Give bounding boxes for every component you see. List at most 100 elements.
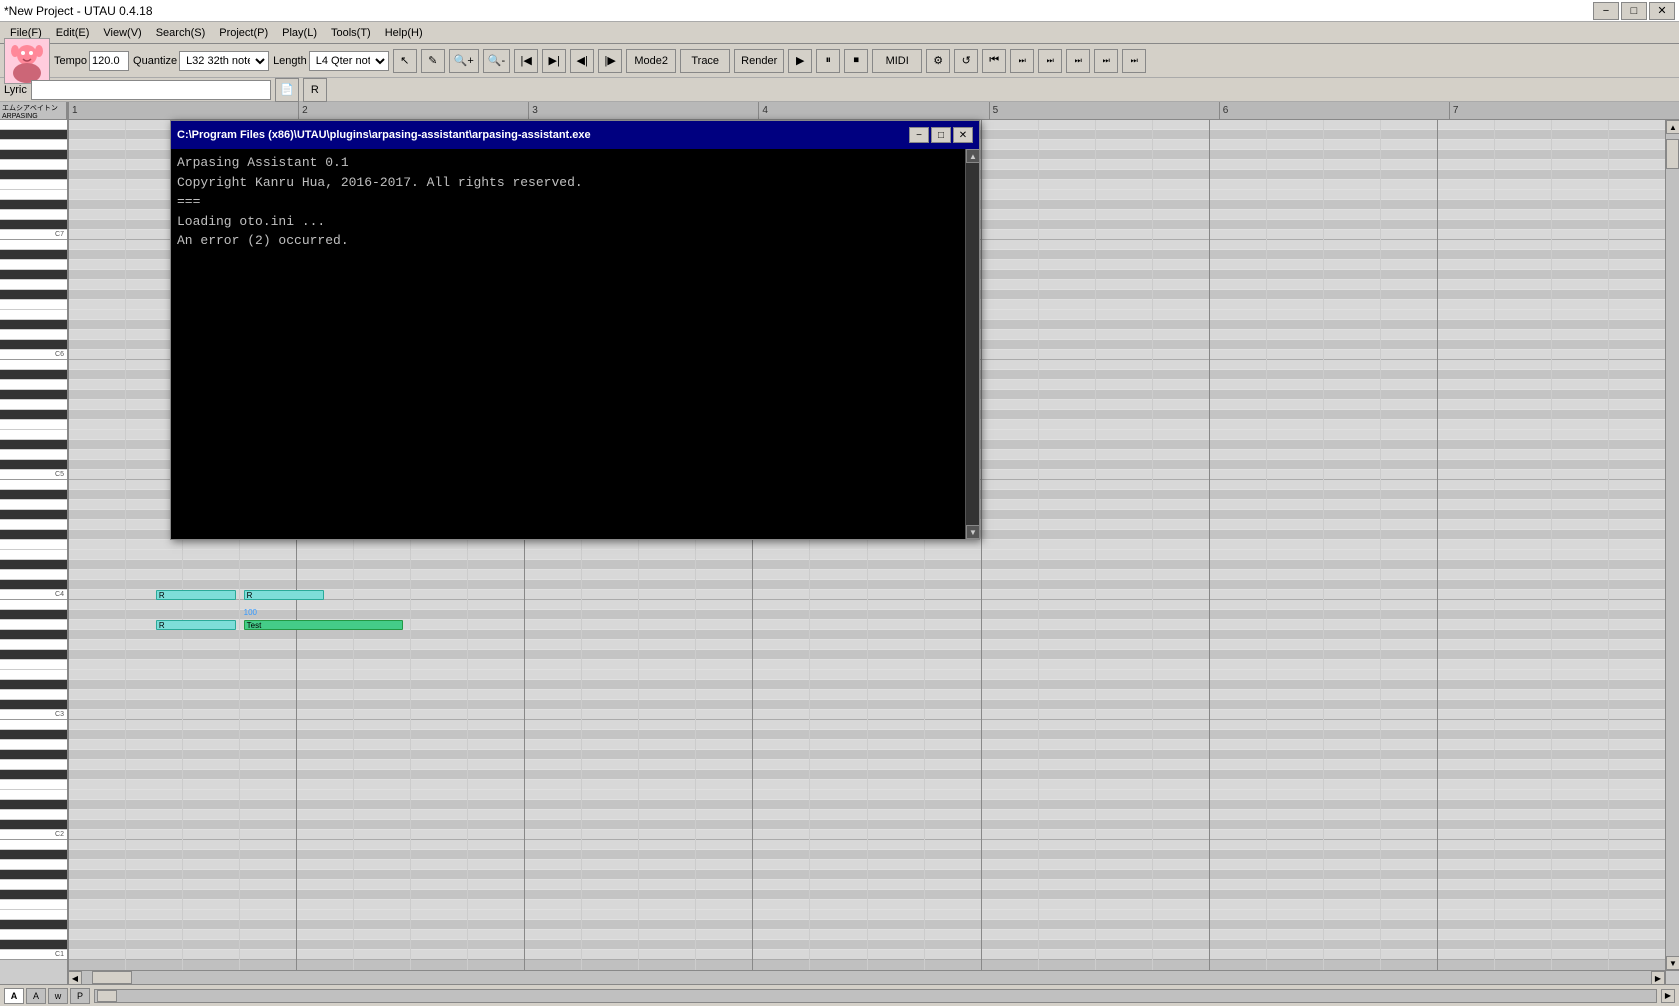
piano-key-Ab4[interactable] [0,510,68,520]
piano-key-Ab3[interactable] [0,630,68,640]
piano-key-C2[interactable]: C2 [0,830,68,840]
piano-key-D1[interactable] [0,930,68,940]
piano-key-E5[interactable] [0,430,68,440]
piano-key-C4[interactable]: C4 [0,590,68,600]
stop-button[interactable]: ⏹ [844,49,868,73]
piano-key-B2[interactable] [0,720,68,730]
piano-key-A6[interactable] [0,260,68,270]
bottom-scroll-thumb[interactable] [97,990,117,1002]
piano-key-Bb2[interactable] [0,730,68,740]
console-scrollbar[interactable]: ▲ ▼ [965,149,979,539]
piano-key-Bb3[interactable] [0,610,68,620]
piano-key-Ab1[interactable] [0,870,68,880]
piano-key-A5[interactable] [0,380,68,390]
piano-key-Gb5[interactable] [0,410,68,420]
piano-key-B4[interactable] [0,480,68,490]
piano-key-E1[interactable] [0,910,68,920]
close-button[interactable]: ✕ [1649,2,1675,20]
midi-btn3[interactable]: ↺ [954,49,978,73]
piano-key-E6[interactable] [0,310,68,320]
piano-key-Ab7[interactable] [0,150,68,160]
piano-key-Bb5[interactable] [0,370,68,380]
console-maximize-button[interactable]: □ [931,127,951,143]
note-block-0[interactable]: R [156,590,236,600]
piano-key-G6[interactable] [0,280,68,290]
piano-key-Gb1[interactable] [0,890,68,900]
pause-button[interactable]: ⏸ [816,49,840,73]
console-scroll-up[interactable]: ▲ [966,149,979,163]
piano-key-F5[interactable] [0,420,68,430]
piano-key-C5[interactable]: C5 [0,470,68,480]
fast-forward-button[interactable]: ▶| [542,49,566,73]
zoom-out-button[interactable]: 🔍- [483,49,510,73]
piano-key-Gb6[interactable] [0,290,68,300]
zoom-in-button[interactable]: 🔍+ [449,49,479,73]
piano-key-D4[interactable] [0,570,68,580]
menu-project[interactable]: Project(P) [213,25,274,41]
scroll-left-button[interactable]: ◀ [68,971,82,984]
piano-key-Eb2[interactable] [0,800,68,810]
console-minimize-button[interactable]: − [909,127,929,143]
lyric-btn1[interactable]: 📄 [275,78,299,102]
piano-key-G7[interactable] [0,160,68,170]
console-close-button[interactable]: ✕ [953,127,973,143]
piano-key-Db1[interactable] [0,940,68,950]
piano-key-Gb2[interactable] [0,770,68,780]
piano-key-D7[interactable] [0,210,68,220]
render-button[interactable]: Render [734,49,784,73]
note-block-2[interactable]: R [156,620,236,630]
piano-key-F3[interactable] [0,660,68,670]
pb-btn2[interactable]: ⏭ [1038,49,1062,73]
piano-key-Db5[interactable] [0,460,68,470]
piano-key-Bb4[interactable] [0,490,68,500]
piano-key-Bb1[interactable] [0,850,68,860]
piano-key-A2[interactable] [0,740,68,750]
piano-key-Db2[interactable] [0,820,68,830]
piano-key-C6[interactable]: C6 [0,350,68,360]
rewind-button[interactable]: |◀ [514,49,538,73]
piano-key-Db4[interactable] [0,580,68,590]
piano-key-Eb4[interactable] [0,560,68,570]
next-button[interactable]: |▶ [598,49,622,73]
piano-key-Eb7[interactable] [0,200,68,210]
tab-a2[interactable]: A [26,988,46,1004]
piano-key-D3[interactable] [0,690,68,700]
maximize-button[interactable]: □ [1621,2,1647,20]
play-button[interactable]: ▶ [788,49,812,73]
quantize-select[interactable]: L32 32th note [179,51,269,71]
piano-key-B1[interactable] [0,840,68,850]
piano-key-Gb4[interactable] [0,530,68,540]
piano-key-F2[interactable] [0,780,68,790]
scroll-thumb-vertical[interactable] [1666,139,1679,169]
menu-search[interactable]: Search(S) [150,25,212,41]
bottom-scroll-right[interactable]: ▶ [1661,989,1675,1003]
piano-key-F6[interactable] [0,300,68,310]
piano-key-D2[interactable] [0,810,68,820]
piano-key-B6[interactable] [0,240,68,250]
pencil-tool-button[interactable]: ✎ [421,49,445,73]
piano-key-Bb7[interactable] [0,130,68,140]
piano-key-Db6[interactable] [0,340,68,350]
pb-btn1[interactable]: ⏭ [1010,49,1034,73]
piano-key-Eb6[interactable] [0,320,68,330]
piano-key-E7[interactable] [0,190,68,200]
piano-key-F1[interactable] [0,900,68,910]
length-select[interactable]: L4 Qter note [309,51,389,71]
scroll-right-button[interactable]: ▶ [1651,971,1665,984]
tab-a1[interactable]: A [4,988,24,1004]
piano-key-Gb3[interactable] [0,650,68,660]
piano-key-G4[interactable] [0,520,68,530]
menu-tools[interactable]: Tools(T) [325,25,377,41]
midi-btn4[interactable]: ⏮ [982,49,1006,73]
piano-key-B5[interactable] [0,360,68,370]
cursor-tool-button[interactable]: ↖ [393,49,417,73]
piano-key-Db7[interactable] [0,220,68,230]
piano-key-G1[interactable] [0,880,68,890]
piano-key-A7[interactable] [0,140,68,150]
piano-key-Bb6[interactable] [0,250,68,260]
piano-key-C1[interactable]: C1 [0,950,68,960]
piano-key-Eb1[interactable] [0,920,68,930]
midi-btn2[interactable]: ⚙ [926,49,950,73]
piano-key-B3[interactable] [0,600,68,610]
scroll-down-button[interactable]: ▼ [1666,956,1679,970]
